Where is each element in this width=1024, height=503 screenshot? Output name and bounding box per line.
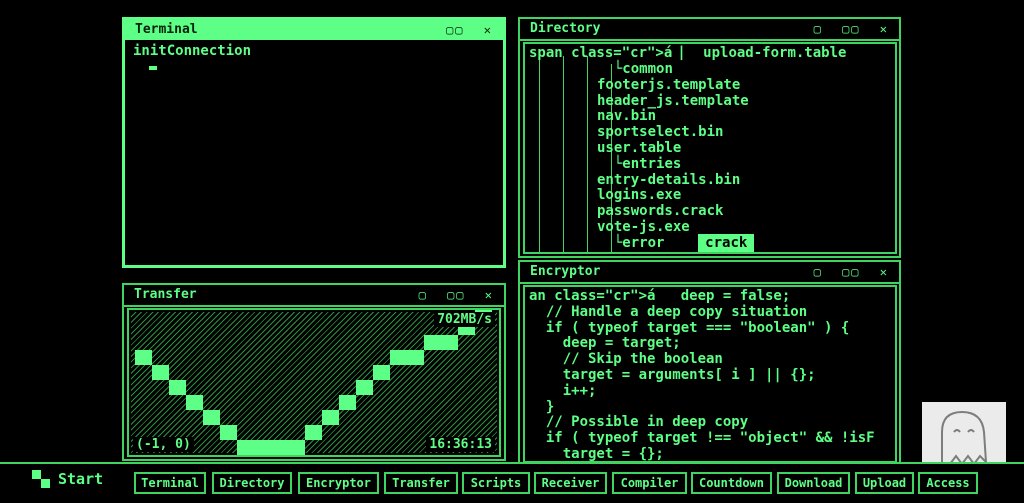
transfer-bar [390,350,407,365]
encryptor-code[interactable]: an class="cr">á deep = false; // Handle … [523,285,897,463]
minimize-icon[interactable]: ▢ [419,288,428,302]
tree-item[interactable]: nav.bin [597,108,656,124]
tree-item[interactable]: header_js.template [597,93,749,109]
tree-folder[interactable]: entries [622,156,681,172]
terminal-body[interactable]: initConnection [125,40,503,265]
transfer-bar [220,425,237,440]
tree-item[interactable]: upload-form.table [703,45,846,61]
tree-item[interactable]: logins.exe [597,187,681,203]
tree-guide [539,56,540,252]
taskbar-button-upload[interactable]: Upload [855,472,914,494]
transfer-bar [288,440,305,455]
directory-window[interactable]: Directory ▢ ▢▢ ✕ span class="cr">á ⎸ upl… [518,17,901,258]
start-label: Start [58,470,104,488]
taskbar-button-encryptor[interactable]: Encryptor [298,472,379,494]
transfer-bar [339,395,356,410]
transfer-window[interactable]: Transfer ▢ ▢▢ ✕ 702MB/s (-1, 0) 16:36:13 [122,283,506,461]
maximize-icon[interactable]: ▢▢ [446,23,464,37]
terminal-cursor [149,66,157,70]
transfer-time: 16:36:13 [426,437,495,452]
transfer-rate: 702MB/s [434,312,495,327]
code-line: target = arguments[ i ] || {}; [529,366,816,383]
transfer-bar [186,395,203,410]
tree-item[interactable]: user.table [597,140,681,156]
transfer-bar [254,440,271,455]
transfer-titlebar[interactable]: Transfer ▢ ▢▢ ✕ [124,285,504,307]
directory-titlebar[interactable]: Directory ▢ ▢▢ ✕ [520,19,899,41]
terminal-output-line: initConnection [133,43,252,59]
tree-item[interactable]: footerjs.template [597,77,740,93]
transfer-bar [152,365,169,380]
transfer-bar [135,350,152,365]
taskbar-button-compiler[interactable]: Compiler [612,472,687,494]
transfer-bar [322,410,339,425]
transfer-hatch [131,310,497,455]
encryptor-window[interactable]: Encryptor ▢ ▢▢ ✕ an class="cr">á deep = … [518,260,901,465]
terminal-titlebar[interactable]: Terminal ▢▢ ✕ [125,20,503,40]
maximize-icon[interactable]: ▢▢ [842,22,860,36]
transfer-bar [373,365,390,380]
code-block: an class="cr">á deep = false; // Handle … [529,288,875,462]
start-icon [32,470,50,488]
code-line: // Handle a deep copy situation [529,303,808,320]
directory-tree[interactable]: span class="cr">á ⎸ upload-form.table └c… [523,42,897,254]
code-line: target = {}; [529,445,664,462]
tree-root-line: span class="cr">á ⎸ upload-form.table [529,45,847,61]
taskbar-button-access[interactable]: Access [918,472,978,494]
taskbar-button-receiver[interactable]: Receiver [534,472,607,494]
close-icon[interactable]: ✕ [880,22,889,36]
taskbar-button-directory[interactable]: Directory [212,472,292,494]
maximize-icon[interactable]: ▢▢ [447,288,465,302]
transfer-bar [356,380,373,395]
terminal-window[interactable]: Terminal ▢▢ ✕ initConnection [122,17,506,268]
transfer-bar [203,410,220,425]
code-line: deep = target; [529,335,681,352]
tree-guide [587,56,588,252]
taskbar-button-scripts[interactable]: Scripts [462,472,530,494]
tree-entries: └common footerjs.template header_js.temp… [597,61,755,252]
terminal-title: Terminal [135,22,198,37]
tree-item[interactable]: sportselect.bin [597,124,723,140]
tree-item[interactable]: entry-details.bin [597,172,740,188]
transfer-bar [441,335,458,350]
directory-title: Directory [530,21,601,36]
transfer-bar [169,380,186,395]
taskbar-button-countdown[interactable]: Countdown [691,472,772,494]
code-line: an class="cr">á deep = false; [529,288,791,304]
transfer-title: Transfer [134,287,197,302]
maximize-icon[interactable]: ▢▢ [842,265,860,279]
taskbar-button-download[interactable]: Download [777,472,850,494]
tree-item[interactable]: passwords.crack [597,203,723,219]
transfer-graph: 702MB/s (-1, 0) 16:36:13 [127,308,501,457]
transfer-coords: (-1, 0) [133,437,194,452]
close-icon[interactable]: ✕ [485,288,494,302]
transfer-bar [424,335,441,350]
code-line: } [529,398,555,415]
code-line: if ( typeof target !== "object" && !isF [529,430,875,447]
tree-guide [563,56,564,252]
transfer-bar [305,425,322,440]
tree-prefix: span class="cr">á [529,45,673,61]
minimize-icon[interactable]: ▢ [814,265,823,279]
taskbar: Start Terminal Directory Encryptor Transfer… [0,462,1024,503]
encryptor-title: Encryptor [530,264,601,279]
taskbar-button-transfer[interactable]: Transfer [384,472,458,494]
tree-item[interactable]: vote-js.exe [597,219,690,235]
encryptor-titlebar[interactable]: Encryptor ▢ ▢▢ ✕ [520,262,899,284]
start-button[interactable]: Start [32,470,103,488]
code-line: i++; [529,382,597,399]
transfer-bar [271,440,288,455]
code-line: // Skip the boolean [529,351,723,368]
close-icon[interactable]: ✕ [880,265,889,279]
close-icon[interactable]: ✕ [484,23,493,37]
transfer-bar [407,350,424,365]
highlighted-item[interactable]: crack [698,233,755,252]
minimize-icon[interactable]: ▢ [814,22,823,36]
taskbar-button-terminal[interactable]: Terminal [134,472,206,494]
tree-folder[interactable]: common [622,61,673,77]
transfer-bar [237,440,254,455]
code-line: if ( typeof target === "boolean" ) { [529,319,850,336]
code-line: // Possible in deep copy [529,414,749,431]
tree-folder[interactable]: error [622,235,664,251]
